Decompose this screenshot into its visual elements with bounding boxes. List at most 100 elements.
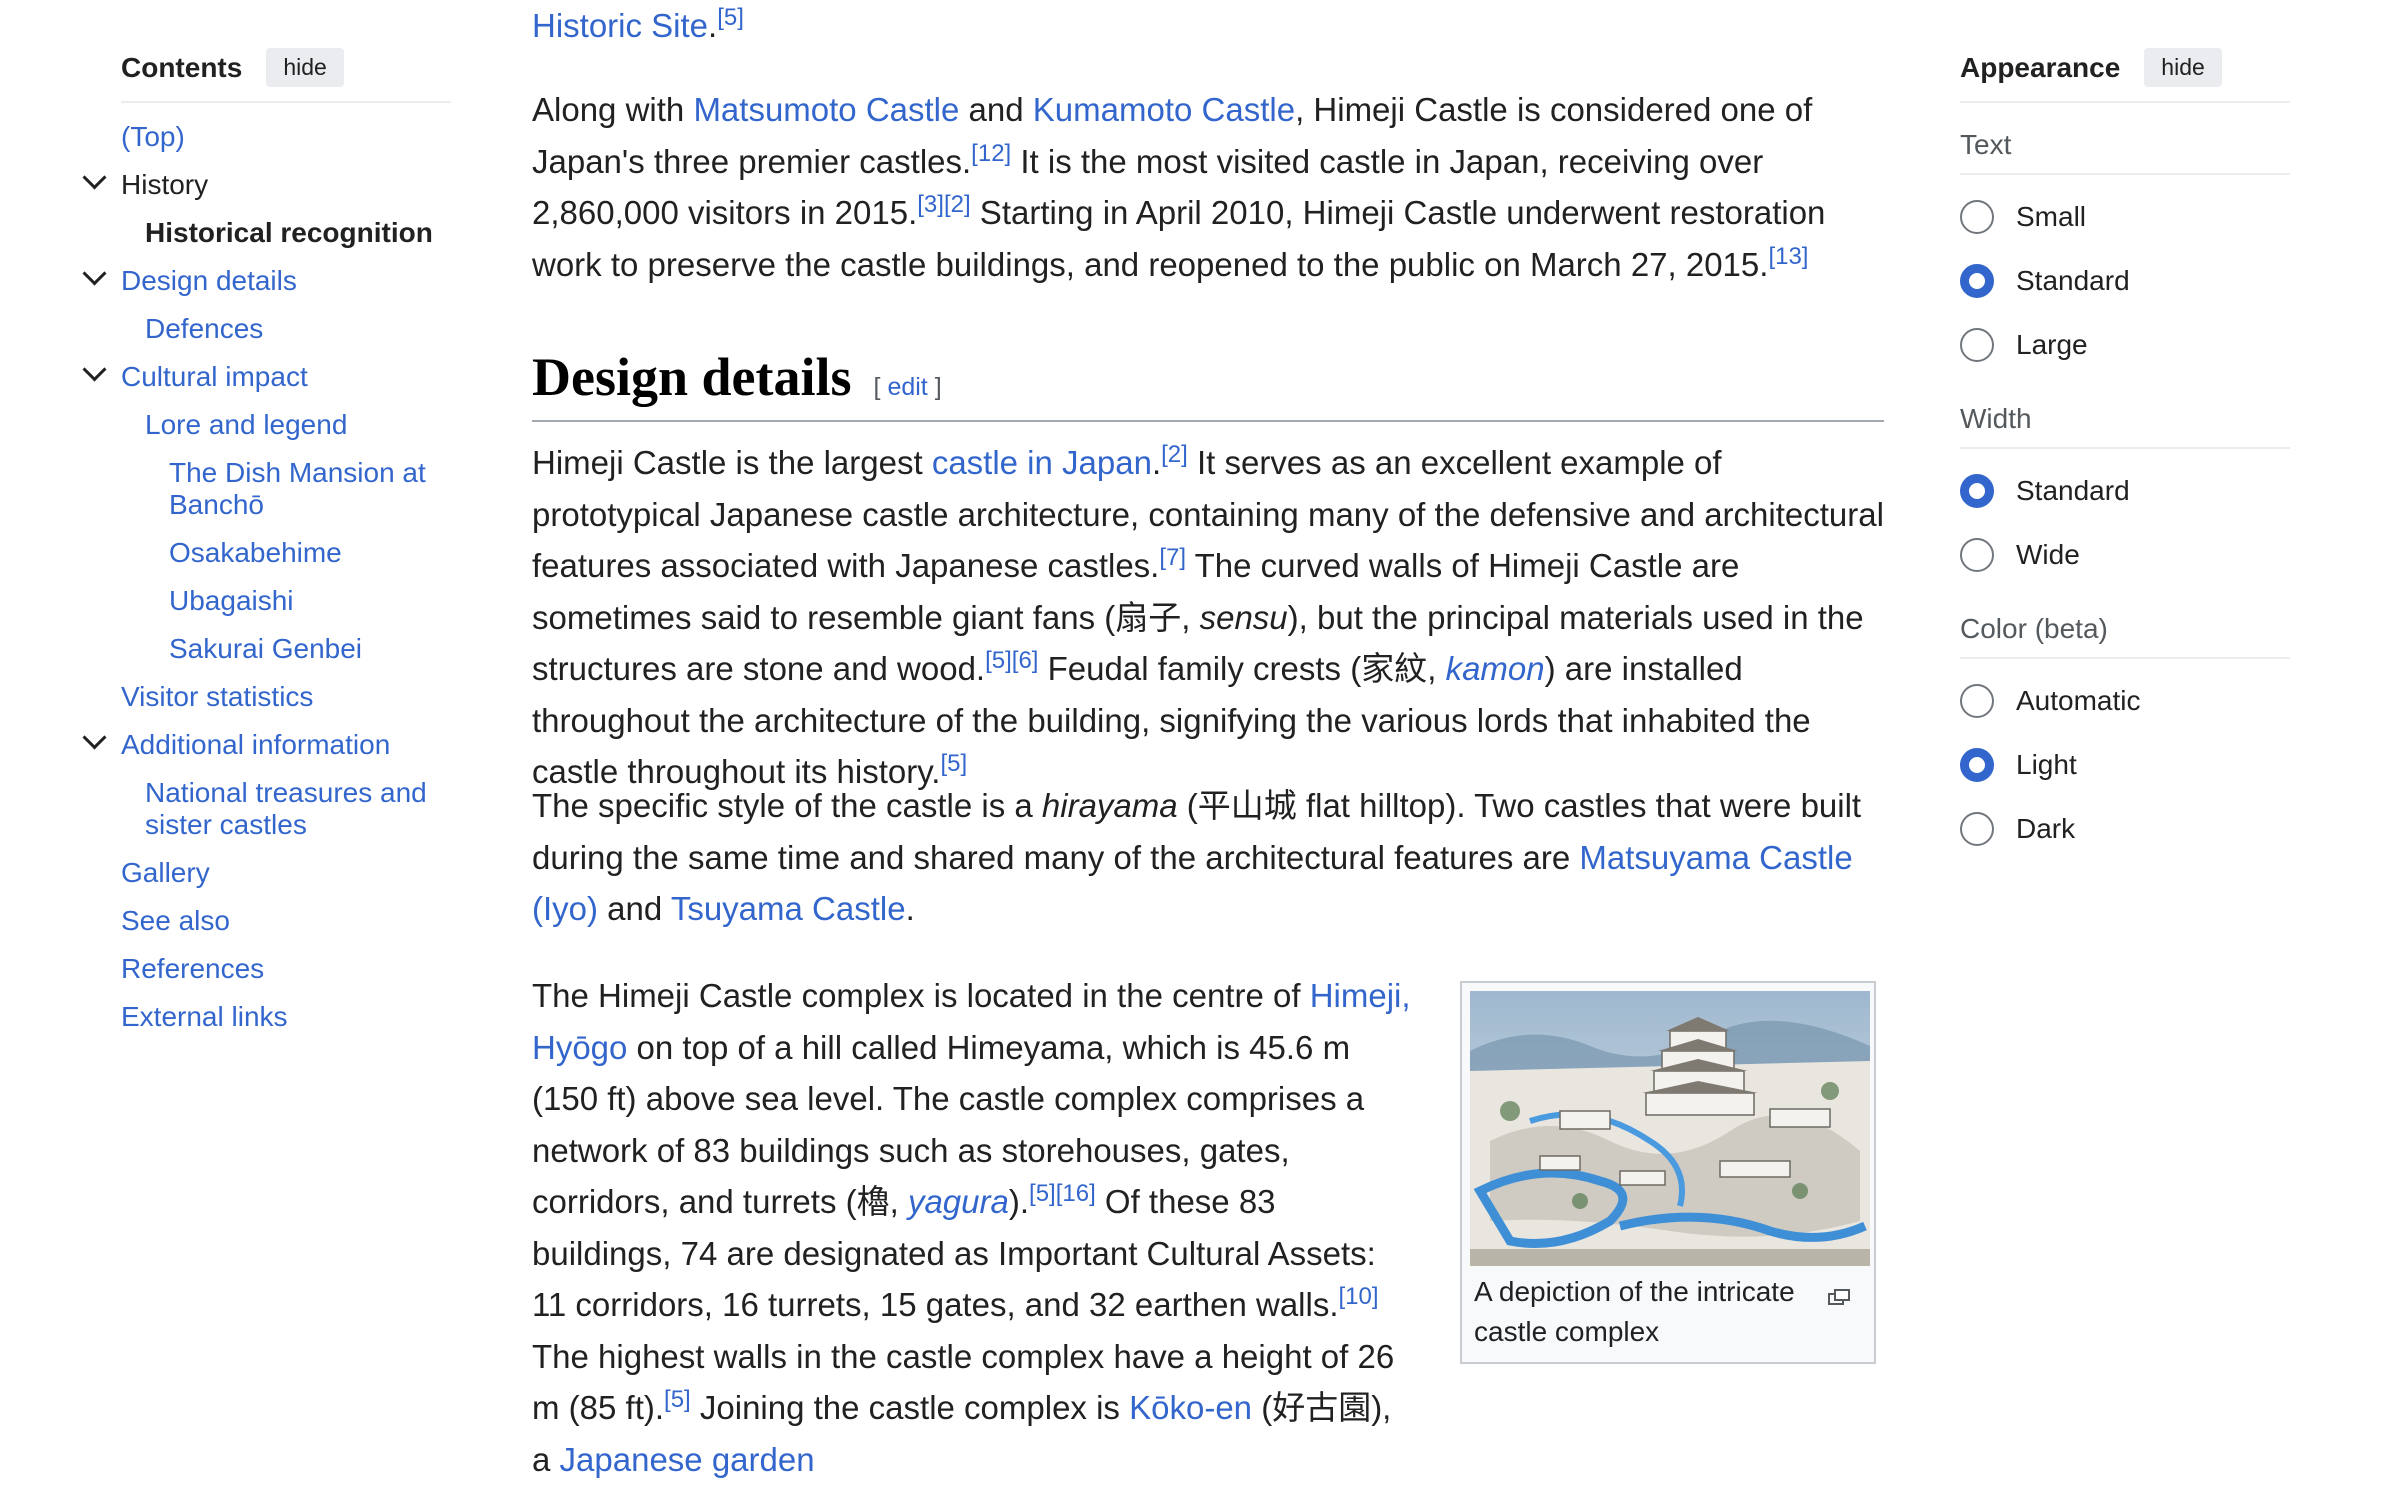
- width-wide-option[interactable]: Wide: [1960, 523, 2290, 587]
- radio-button[interactable]: [1960, 748, 1994, 782]
- reference-link[interactable]: [5]: [664, 1386, 691, 1413]
- toc-list: (Top) History Historical recognition Des…: [82, 113, 451, 1041]
- japanese-garden-link[interactable]: Japanese garden: [560, 1441, 815, 1478]
- toc-item-label[interactable]: Cultural impact: [121, 361, 308, 392]
- toc-item-label[interactable]: Lore and legend: [145, 409, 347, 440]
- enlarge-icon[interactable]: [1828, 1276, 1850, 1316]
- toc-item-label[interactable]: National treasures and sister castles: [145, 777, 427, 840]
- color-light-option[interactable]: Light: [1960, 733, 2290, 797]
- toc-item-label[interactable]: Defences: [145, 313, 263, 344]
- toc-item-label[interactable]: See also: [121, 905, 230, 936]
- radio-button[interactable]: [1960, 200, 1994, 234]
- text-size-small-option[interactable]: Small: [1960, 185, 2290, 249]
- toc-item-label[interactable]: Sakurai Genbei: [169, 633, 362, 664]
- toc-item-references[interactable]: References: [121, 945, 451, 993]
- reference-link[interactable]: [12]: [971, 140, 1011, 167]
- option-label[interactable]: Wide: [2016, 539, 2080, 571]
- toc-item-label[interactable]: Historical recognition: [145, 217, 433, 248]
- toc-item-external-links[interactable]: External links: [121, 993, 451, 1041]
- text: Himeji Castle is the largest: [532, 444, 932, 481]
- toc-item-label[interactable]: Gallery: [121, 857, 210, 888]
- option-label[interactable]: Automatic: [2016, 685, 2141, 717]
- bracket: ]: [927, 373, 942, 401]
- text: Along with: [532, 91, 694, 128]
- text: The specific style of the castle is a: [532, 787, 1042, 824]
- reference-link[interactable]: [5][6]: [985, 647, 1038, 674]
- option-label[interactable]: Dark: [2016, 813, 2075, 845]
- option-label[interactable]: Standard: [2016, 265, 2130, 297]
- castle-in-japan-link[interactable]: castle in Japan: [932, 444, 1152, 481]
- toc-item-gallery[interactable]: Gallery: [121, 849, 451, 897]
- italic-term: sensu: [1199, 598, 1288, 636]
- toc-item-label[interactable]: The Dish Mansion at Banchō: [169, 457, 426, 520]
- toc-item-additional-information[interactable]: Additional information: [82, 721, 451, 769]
- chevron-down-icon[interactable]: [82, 165, 107, 190]
- toc-item-label[interactable]: (Top): [121, 121, 185, 152]
- option-label[interactable]: Standard: [2016, 475, 2130, 507]
- toc-item-label[interactable]: Osakabehime: [169, 537, 342, 568]
- toc-item-label[interactable]: External links: [121, 1001, 288, 1032]
- radio-button[interactable]: [1960, 538, 1994, 572]
- reference-link[interactable]: [10]: [1339, 1283, 1379, 1310]
- toc-item-ubagaishi[interactable]: Ubagaishi: [121, 577, 451, 625]
- toc-item-design-details[interactable]: Design details: [82, 257, 451, 305]
- option-label[interactable]: Large: [2016, 329, 2088, 361]
- toc-item-sakurai-genbei[interactable]: Sakurai Genbei: [121, 625, 451, 673]
- toc-item-cultural-impact[interactable]: Cultural impact: [82, 353, 451, 401]
- appearance-header: Appearance hide: [1960, 48, 2290, 103]
- toc-hide-button[interactable]: hide: [266, 48, 344, 87]
- toc-item-label[interactable]: References: [121, 953, 264, 984]
- color-dark-option[interactable]: Dark: [1960, 797, 2290, 861]
- toc-item-label[interactable]: History: [121, 169, 208, 200]
- reference-link[interactable]: [3][2]: [917, 191, 970, 218]
- toc-item-visitor-statistics[interactable]: Visitor statistics: [121, 673, 451, 721]
- toc-item-dish-mansion[interactable]: The Dish Mansion at Banchō: [121, 449, 439, 529]
- toc-item-label[interactable]: Design details: [121, 265, 297, 296]
- toc-item-osakabehime[interactable]: Osakabehime: [121, 529, 451, 577]
- reference-link[interactable]: [2]: [1161, 441, 1188, 468]
- toc-item-label[interactable]: Visitor statistics: [121, 681, 313, 712]
- toc-item-historical-recognition[interactable]: Historical recognition: [121, 209, 451, 257]
- reference-link[interactable]: [5]: [940, 750, 967, 777]
- appearance-hide-button[interactable]: hide: [2144, 48, 2222, 87]
- radio-button[interactable]: [1960, 812, 1994, 846]
- tsuyama-castle-link[interactable]: Tsuyama Castle: [671, 890, 906, 927]
- toc-item-history[interactable]: History: [82, 161, 451, 209]
- reference-link[interactable]: [5]: [717, 4, 744, 31]
- text: ).: [1008, 1183, 1030, 1220]
- toc-item-label[interactable]: Ubagaishi: [169, 585, 294, 616]
- punctuation: .: [708, 7, 718, 44]
- toc-item-national-treasures[interactable]: National treasures and sister castles: [121, 769, 445, 849]
- text-size-standard-option[interactable]: Standard: [1960, 249, 2290, 313]
- radio-button[interactable]: [1960, 264, 1994, 298]
- edit-link[interactable]: edit: [887, 373, 927, 401]
- paragraph-premier-castles: Along with Matsumoto Castle and Kumamoto…: [532, 84, 1884, 290]
- width-standard-option[interactable]: Standard: [1960, 459, 2290, 523]
- chevron-down-icon[interactable]: [82, 725, 107, 750]
- radio-button[interactable]: [1960, 328, 1994, 362]
- toc-item-top[interactable]: (Top): [121, 113, 451, 161]
- matsumoto-castle-link[interactable]: Matsumoto Castle: [693, 91, 959, 128]
- chevron-down-icon[interactable]: [82, 261, 107, 286]
- option-label[interactable]: Small: [2016, 201, 2086, 233]
- castle-complex-illustration[interactable]: [1470, 991, 1870, 1266]
- toc-item-label[interactable]: Additional information: [121, 729, 390, 760]
- text-size-large-option[interactable]: Large: [1960, 313, 2290, 377]
- radio-button[interactable]: [1960, 474, 1994, 508]
- radio-button[interactable]: [1960, 684, 1994, 718]
- toc-item-see-also[interactable]: See also: [121, 897, 451, 945]
- koko-en-link[interactable]: Kōko-en: [1129, 1389, 1252, 1426]
- reference-link[interactable]: [7]: [1159, 544, 1186, 571]
- yagura-link[interactable]: yagura: [908, 1183, 1009, 1220]
- option-label[interactable]: Light: [2016, 749, 2077, 781]
- kumamoto-castle-link[interactable]: Kumamoto Castle: [1033, 91, 1295, 128]
- toc-item-defences[interactable]: Defences: [121, 305, 451, 353]
- width-label: Width: [1960, 403, 2290, 449]
- reference-link[interactable]: [5][16]: [1029, 1180, 1096, 1207]
- reference-link[interactable]: [13]: [1768, 243, 1808, 270]
- historic-site-link[interactable]: Historic Site: [532, 7, 708, 44]
- color-automatic-option[interactable]: Automatic: [1960, 669, 2290, 733]
- chevron-down-icon[interactable]: [82, 357, 107, 382]
- toc-item-lore-and-legend[interactable]: Lore and legend: [121, 401, 451, 449]
- kamon-link[interactable]: kamon: [1446, 650, 1545, 687]
